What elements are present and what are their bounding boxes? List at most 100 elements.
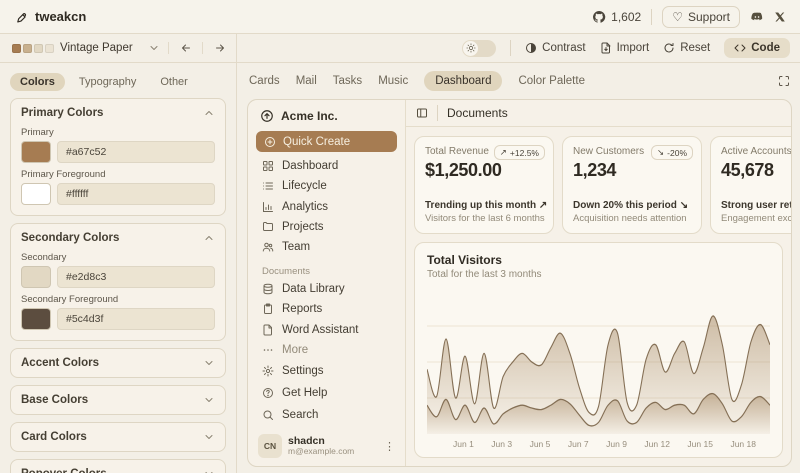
github-stars[interactable]: 1,602 (592, 10, 641, 24)
x-tick: Jun 12 (644, 439, 670, 449)
grid-icon (262, 160, 274, 172)
hex-input-primary[interactable] (57, 141, 215, 163)
support-button[interactable]: ♡ Support (662, 6, 740, 28)
discord-icon[interactable] (750, 10, 764, 24)
sidebar-item-label: More (282, 344, 308, 356)
tab-cards[interactable]: Cards (249, 75, 280, 87)
avatar: CN (258, 434, 282, 458)
tab-tasks[interactable]: Tasks (333, 75, 362, 87)
trend-badge: ↗ +12.5% (494, 145, 545, 160)
badge-value: -20% (667, 148, 687, 158)
theme-mode-toggle[interactable] (462, 40, 496, 57)
x-tick: Jun 3 (491, 439, 512, 449)
section-header[interactable]: Base Colors (21, 392, 215, 408)
database-icon (262, 283, 274, 295)
section-card-colors: Card Colors (10, 422, 226, 452)
reset-icon (663, 42, 675, 54)
heart-icon: ♡ (672, 11, 683, 23)
x-logo-icon[interactable] (774, 11, 786, 23)
stat-card-total-revenue: Total Revenue ↗ +12.5% $1,250.00 Trendin… (414, 136, 554, 234)
theme-swatch (23, 44, 32, 53)
tab-color-palette[interactable]: Color Palette (518, 75, 584, 87)
sidebar-item-data-library[interactable]: Data Library (256, 279, 397, 299)
code-icon (734, 42, 746, 54)
color-swatch-secondary-foreground[interactable] (21, 308, 51, 330)
reset-button[interactable]: Reset (663, 42, 710, 54)
panel-left-icon[interactable] (416, 107, 428, 119)
section-title: Accent Colors (21, 357, 99, 369)
sidebar-item-dashboard[interactable]: Dashboard (256, 156, 397, 176)
sidebar-item-lifecycle[interactable]: Lifecycle (256, 176, 397, 196)
chevron-up-icon (203, 107, 215, 119)
visitors-chart-card: Total Visitors Total for the last 3 mont… (414, 242, 783, 458)
section-header[interactable]: Primary Colors (21, 105, 215, 121)
x-tick: Jun 9 (606, 439, 627, 449)
tab-music[interactable]: Music (378, 75, 408, 87)
code-button[interactable]: Code (724, 38, 790, 58)
sidebar-item-label: Projects (282, 221, 324, 233)
section-header[interactable]: Accent Colors (21, 355, 215, 371)
color-swatch-primary[interactable] (21, 141, 51, 163)
sidebar-item-team[interactable]: Team (256, 237, 397, 257)
quick-create-button[interactable]: Quick Create (256, 131, 397, 152)
stat-footnote: Down 20% this period ↘ (573, 200, 691, 211)
sidebar-item-settings[interactable]: Settings (256, 360, 397, 382)
stat-footnote: Strong user retention (721, 200, 791, 211)
sidebar-item-label: Settings (282, 365, 324, 377)
org-switcher[interactable]: Acme Inc. (256, 109, 397, 131)
brand[interactable]: tweakcn (14, 9, 86, 24)
ellipsis-vertical-icon[interactable]: ⋮ (384, 440, 395, 453)
sidebar-item-label: Team (282, 241, 310, 253)
tab-colors[interactable]: Colors (10, 73, 65, 91)
import-button[interactable]: Import (600, 42, 650, 54)
divider (510, 40, 511, 56)
field-label: Primary Foreground (21, 169, 215, 180)
hex-input-secondary[interactable] (57, 266, 215, 288)
file-icon (262, 324, 274, 336)
org-name: Acme Inc. (281, 109, 338, 123)
x-tick: Jun 5 (530, 439, 551, 449)
brand-name: tweakcn (35, 9, 86, 24)
x-tick: Jun 1 (453, 439, 474, 449)
sidebar-item-label: Search (282, 409, 318, 421)
hex-input-primary-foreground[interactable] (57, 183, 215, 205)
editor-tabs: Colors Typography Other (10, 73, 226, 91)
fullscreen-icon[interactable] (778, 75, 790, 87)
tab-other[interactable]: Other (150, 73, 198, 91)
pen-logo-icon (14, 10, 28, 24)
bar-chart-icon (262, 201, 274, 213)
section-header[interactable]: Popover Colors (21, 466, 215, 473)
section-header[interactable]: Secondary Colors (21, 230, 215, 246)
section-accent-colors: Accent Colors (10, 348, 226, 378)
color-swatch-secondary[interactable] (21, 266, 51, 288)
chevron-up-icon (203, 232, 215, 244)
section-header[interactable]: Card Colors (21, 429, 215, 445)
theme-swatch (45, 44, 54, 53)
contrast-button[interactable]: Contrast (525, 42, 585, 54)
trending-up-icon: ↗ (500, 147, 507, 158)
next-theme-button[interactable] (202, 42, 236, 54)
sidebar-item-analytics[interactable]: Analytics (256, 197, 397, 217)
gear-icon (262, 365, 274, 377)
section-primary-colors: Primary Colors Primary Primary Foregroun… (10, 98, 226, 216)
sidebar-item-reports[interactable]: Reports (256, 299, 397, 319)
quick-create-label: Quick Create (283, 136, 350, 148)
sidebar-item-get-help[interactable]: Get Help (256, 382, 397, 404)
tab-typography[interactable]: Typography (69, 73, 146, 91)
tab-mail[interactable]: Mail (296, 75, 317, 87)
chevron-down-icon (203, 431, 215, 443)
user-menu[interactable]: CN shadcn m@example.com ⋮ (256, 432, 397, 458)
sidebar-item-more[interactable]: More (256, 340, 397, 360)
stat-card-active-accounts: Active Accounts 45,678 Strong user reten… (710, 136, 791, 234)
prev-theme-button[interactable] (168, 42, 202, 54)
sidebar-item-word-assistant[interactable]: Word Assistant (256, 320, 397, 340)
color-swatch-primary-foreground[interactable] (21, 183, 51, 205)
tab-dashboard[interactable]: Dashboard (424, 71, 502, 91)
field-label: Secondary (21, 252, 215, 263)
sidebar-item-label: Analytics (282, 201, 328, 213)
sidebar-item-search[interactable]: Search (256, 404, 397, 426)
sidebar-item-projects[interactable]: Projects (256, 217, 397, 237)
theme-selector[interactable]: Vintage Paper (12, 42, 168, 54)
area-chart[interactable] (427, 290, 770, 434)
hex-input-secondary-foreground[interactable] (57, 308, 215, 330)
